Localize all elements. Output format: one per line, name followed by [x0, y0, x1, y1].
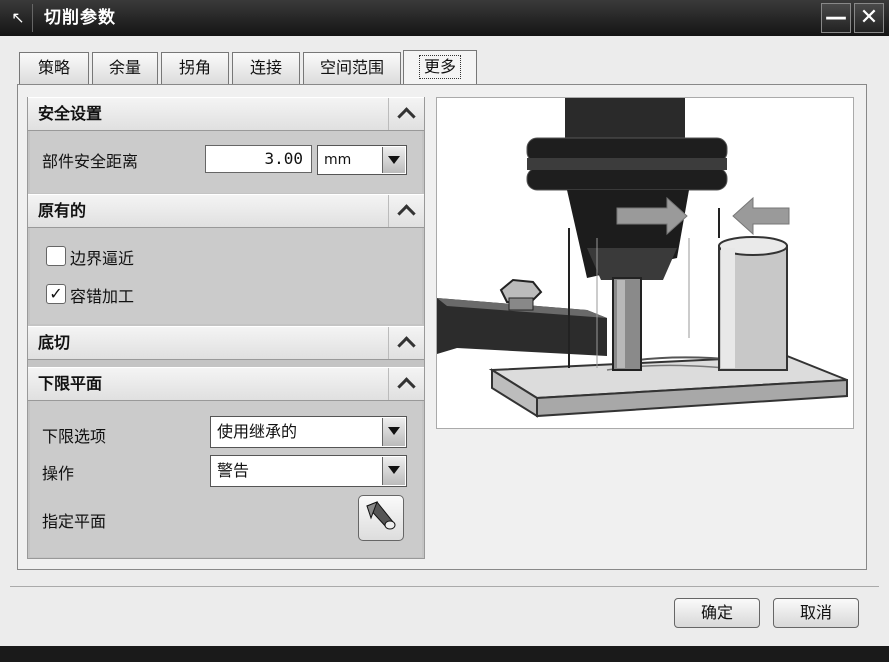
- section-header-undercut[interactable]: 底切: [28, 326, 424, 360]
- chevron-up-icon[interactable]: [388, 98, 424, 130]
- tolerant-machining-label: 容错加工: [70, 287, 135, 306]
- plane-dialog-icon: [366, 501, 396, 530]
- tab-stock[interactable]: 余量: [92, 52, 158, 84]
- lower-limit-option-label: 下限选项: [42, 427, 107, 446]
- tab-strategy[interactable]: 策略: [19, 52, 89, 84]
- lower-limit-option-select[interactable]: 使用继承的: [210, 416, 407, 448]
- chevron-down-icon: [382, 418, 405, 446]
- bottom-bar: [0, 646, 889, 662]
- chevron-up-icon[interactable]: [388, 327, 424, 359]
- close-button[interactable]: ✕: [854, 3, 884, 33]
- section-title: 安全设置: [38, 104, 103, 123]
- minimize-button[interactable]: —: [821, 3, 851, 33]
- chevron-down-icon: [382, 147, 405, 173]
- section-header-lower-limit[interactable]: 下限平面: [28, 367, 424, 401]
- section-title: 下限平面: [38, 374, 103, 393]
- tab-more[interactable]: 更多: [403, 50, 477, 84]
- section-header-original[interactable]: 原有的: [28, 194, 424, 228]
- specify-plane-label: 指定平面: [42, 512, 107, 531]
- tab-corners[interactable]: 拐角: [161, 52, 229, 84]
- ok-button[interactable]: 确定: [674, 598, 760, 628]
- tab-containment[interactable]: 空间范围: [303, 52, 401, 84]
- action-label: 操作: [42, 464, 75, 483]
- part-clearance-label: 部件安全距离: [42, 152, 139, 171]
- checkmark-icon: ✓: [49, 284, 63, 303]
- part-clearance-input[interactable]: 3.00: [205, 145, 312, 173]
- title-bar: ↖ 切削参数 — ✕: [0, 0, 889, 36]
- boundary-approach-label: 边界逼近: [70, 249, 135, 268]
- section-header-safety[interactable]: 安全设置: [28, 97, 424, 131]
- action-select[interactable]: 警告: [210, 455, 407, 487]
- unit-select[interactable]: mm: [317, 145, 407, 175]
- window-title: 切削参数: [44, 8, 116, 28]
- milling-illustration: [437, 98, 853, 428]
- chevron-down-icon: [382, 457, 405, 485]
- chevron-up-icon[interactable]: [388, 368, 424, 400]
- tolerant-machining-checkbox[interactable]: ✓: [46, 284, 66, 304]
- tab-connections[interactable]: 连接: [232, 52, 300, 84]
- footer-separator: [10, 586, 879, 587]
- boundary-approach-checkbox[interactable]: [46, 246, 66, 266]
- section-title: 原有的: [38, 201, 87, 220]
- cancel-button[interactable]: 取消: [773, 598, 859, 628]
- section-title: 底切: [38, 333, 71, 352]
- chevron-up-icon[interactable]: [388, 195, 424, 227]
- section-body-original: [30, 228, 422, 324]
- preview-image: [436, 97, 854, 429]
- arrow-icon: ↖: [4, 4, 33, 32]
- specify-plane-button[interactable]: [358, 495, 404, 541]
